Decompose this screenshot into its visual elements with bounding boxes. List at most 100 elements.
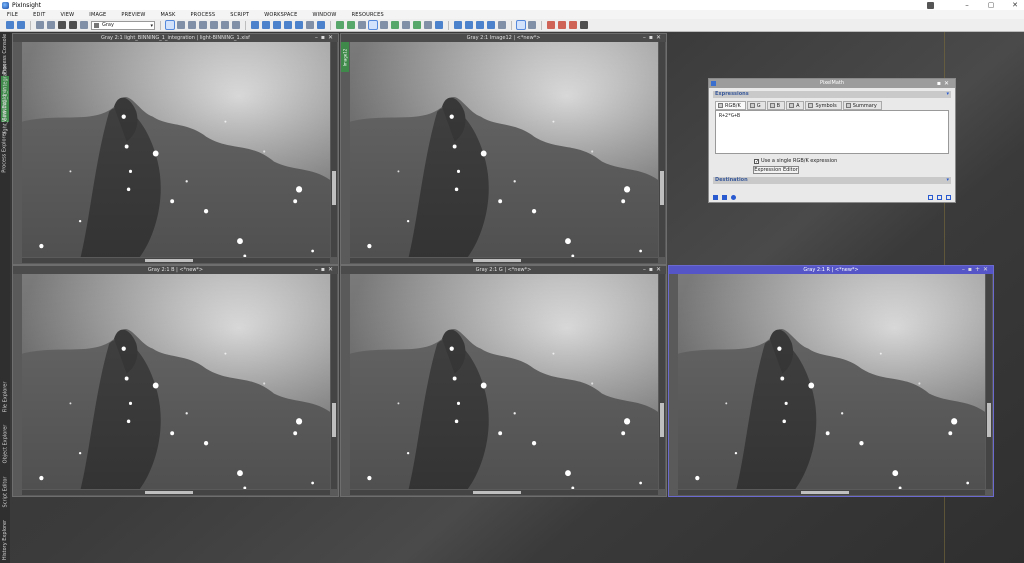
tab-process-explorer[interactable]: Process Explorer (1, 131, 9, 172)
zoom-mode-icon[interactable] (177, 21, 185, 29)
script-icon-2[interactable] (465, 21, 473, 29)
image-window-title[interactable]: Gray 2:1 G | <*new*> –▪✕ (341, 266, 666, 274)
expand-icon[interactable]: ▾ (946, 177, 949, 184)
menu-image[interactable]: IMAGE (89, 12, 106, 18)
script-icon-1[interactable] (454, 21, 462, 29)
tab-g[interactable]: G (746, 101, 766, 110)
menu-preview[interactable]: PREVIEW (121, 12, 145, 18)
tab-object-explorer[interactable]: Object Explorer (1, 424, 9, 464)
image-window-g[interactable]: Gray 2:1 G | <*new*> –▪✕ (340, 265, 667, 497)
tab-symbols[interactable]: Symbols (805, 101, 842, 110)
new-instance-icon[interactable] (47, 21, 55, 29)
process-icon-8[interactable] (413, 21, 421, 29)
undo-icon[interactable] (6, 21, 14, 29)
crosshair-icon[interactable] (221, 21, 229, 29)
menu-file[interactable]: FILE (7, 12, 18, 18)
pointer-icon[interactable] (232, 21, 240, 29)
image-window-integration[interactable]: Gray 2:1 light_BINNING_1_integration | l… (12, 33, 339, 265)
readout-mode-icon[interactable] (165, 20, 175, 30)
process-icon-1[interactable] (336, 21, 344, 29)
close-button[interactable]: ✕ (1010, 0, 1020, 10)
window-buttons[interactable]: –▪✕ (315, 34, 336, 42)
reset-icon[interactable] (946, 195, 951, 200)
menu-script[interactable]: SCRIPT (230, 12, 249, 18)
channel-select[interactable]: Gray ▾ (91, 20, 155, 30)
tab-view-explorer[interactable]: View Explorer (1, 88, 9, 122)
script-icon-4[interactable] (487, 21, 495, 29)
image-window-title[interactable]: Gray 2:1 light_BINNING_1_integration | l… (13, 34, 338, 42)
histogram-icon[interactable] (69, 21, 77, 29)
resource-icon-2[interactable] (558, 21, 566, 29)
scrollbar-thumb[interactable] (660, 403, 664, 437)
process-icon-9[interactable] (424, 21, 432, 29)
zoom-out-icon[interactable] (262, 21, 270, 29)
scrollbar-thumb[interactable] (332, 171, 336, 205)
account-icon[interactable] (927, 1, 934, 9)
zoom-in-icon[interactable] (251, 21, 259, 29)
resource-icon-3[interactable] (569, 21, 577, 29)
zoom-actual-icon[interactable] (295, 21, 303, 29)
resource-icon-4[interactable] (580, 21, 588, 29)
checkbox-icon[interactable]: ✓ (754, 158, 759, 164)
image-window-r[interactable]: Gray 2:1 R | <*new*> –▪+✕ (668, 265, 994, 497)
window-buttons[interactable]: –▪✕ (315, 266, 336, 274)
tab-file-explorer[interactable]: File Explorer (1, 377, 9, 417)
scrollbar-thumb[interactable] (473, 259, 522, 262)
collapse-icon[interactable]: ▾ (946, 91, 949, 98)
pixelmath-dialog[interactable]: PixelMath ▪✕ Expressions ▾ RGB/K G B A S… (708, 78, 956, 203)
tab-script-editor[interactable]: Script Editor (1, 472, 9, 512)
tab-b[interactable]: B (766, 101, 786, 110)
expression-editor-button[interactable]: Expression Editor (753, 166, 799, 174)
process-icon-2[interactable] (347, 21, 355, 29)
tab-a[interactable]: A (786, 101, 805, 110)
image-window-title[interactable]: Gray 2:1 R | <*new*> –▪+✕ (669, 266, 993, 274)
single-expression-checkbox[interactable]: ✓ Use a single RGB/K expression (754, 158, 955, 164)
scrollbar-thumb[interactable] (473, 491, 522, 494)
process-icon-5[interactable] (380, 21, 388, 29)
tab-history-explorer[interactable]: History Explorer (1, 520, 9, 560)
vertical-scrollbar[interactable] (986, 274, 992, 489)
apply-icon[interactable] (722, 195, 727, 200)
vertical-scrollbar[interactable] (659, 274, 665, 489)
vertical-scrollbar[interactable] (659, 42, 665, 257)
window-icon-2[interactable] (528, 21, 536, 29)
vertical-scrollbar[interactable] (331, 42, 337, 257)
browse-docs-icon[interactable] (928, 195, 933, 200)
horizontal-scrollbar[interactable] (678, 490, 985, 495)
horizontal-scrollbar[interactable] (350, 490, 658, 495)
zoom-1-1-icon[interactable] (273, 21, 281, 29)
scrollbar-thumb[interactable] (332, 403, 336, 437)
process-icon-6[interactable] (391, 21, 399, 29)
window-buttons[interactable]: –▪✕ (643, 34, 664, 42)
expressions-section-header[interactable]: Expressions ▾ (713, 91, 951, 98)
image-window-title[interactable]: Gray 2:1 B | <*new*> –▪✕ (13, 266, 338, 274)
window-icon-1[interactable] (516, 20, 526, 30)
horizontal-scrollbar[interactable] (22, 490, 330, 495)
image-canvas[interactable] (678, 274, 985, 489)
image-window-title[interactable]: Gray 2:1 Image12 | <*new*> –▪✕ (341, 34, 666, 42)
menu-workspace[interactable]: WORKSPACE (264, 12, 297, 18)
apply-global-icon[interactable] (731, 195, 736, 200)
maximize-button[interactable]: ▢ (986, 0, 996, 10)
scrollbar-thumb[interactable] (145, 259, 194, 262)
destination-section-header[interactable]: Destination ▾ (713, 177, 951, 184)
center-icon[interactable] (210, 21, 218, 29)
preview-icon[interactable] (306, 21, 314, 29)
pixelmath-titlebar[interactable]: PixelMath ▪✕ (709, 79, 955, 88)
tab-rgbk[interactable]: RGB/K (715, 101, 746, 110)
menu-mask[interactable]: MASK (160, 12, 175, 18)
scrollbar-thumb[interactable] (800, 491, 849, 494)
dialog-controls[interactable]: ▪✕ (937, 79, 952, 88)
scrollbar-thumb[interactable] (660, 171, 664, 205)
menu-resources[interactable]: RESOURCES (352, 12, 384, 18)
vertical-scrollbar[interactable] (331, 274, 337, 489)
menu-window[interactable]: WINDOW (312, 12, 336, 18)
image-canvas[interactable] (22, 42, 330, 257)
display-icon[interactable] (80, 21, 88, 29)
expression-editor[interactable]: R+2*G+B (715, 110, 949, 154)
tab-summary[interactable]: Summary (842, 101, 882, 110)
fit-view-icon[interactable] (36, 21, 44, 29)
move-icon[interactable] (199, 21, 207, 29)
menu-edit[interactable]: EDIT (33, 12, 45, 18)
new-instance-icon[interactable] (713, 195, 718, 200)
